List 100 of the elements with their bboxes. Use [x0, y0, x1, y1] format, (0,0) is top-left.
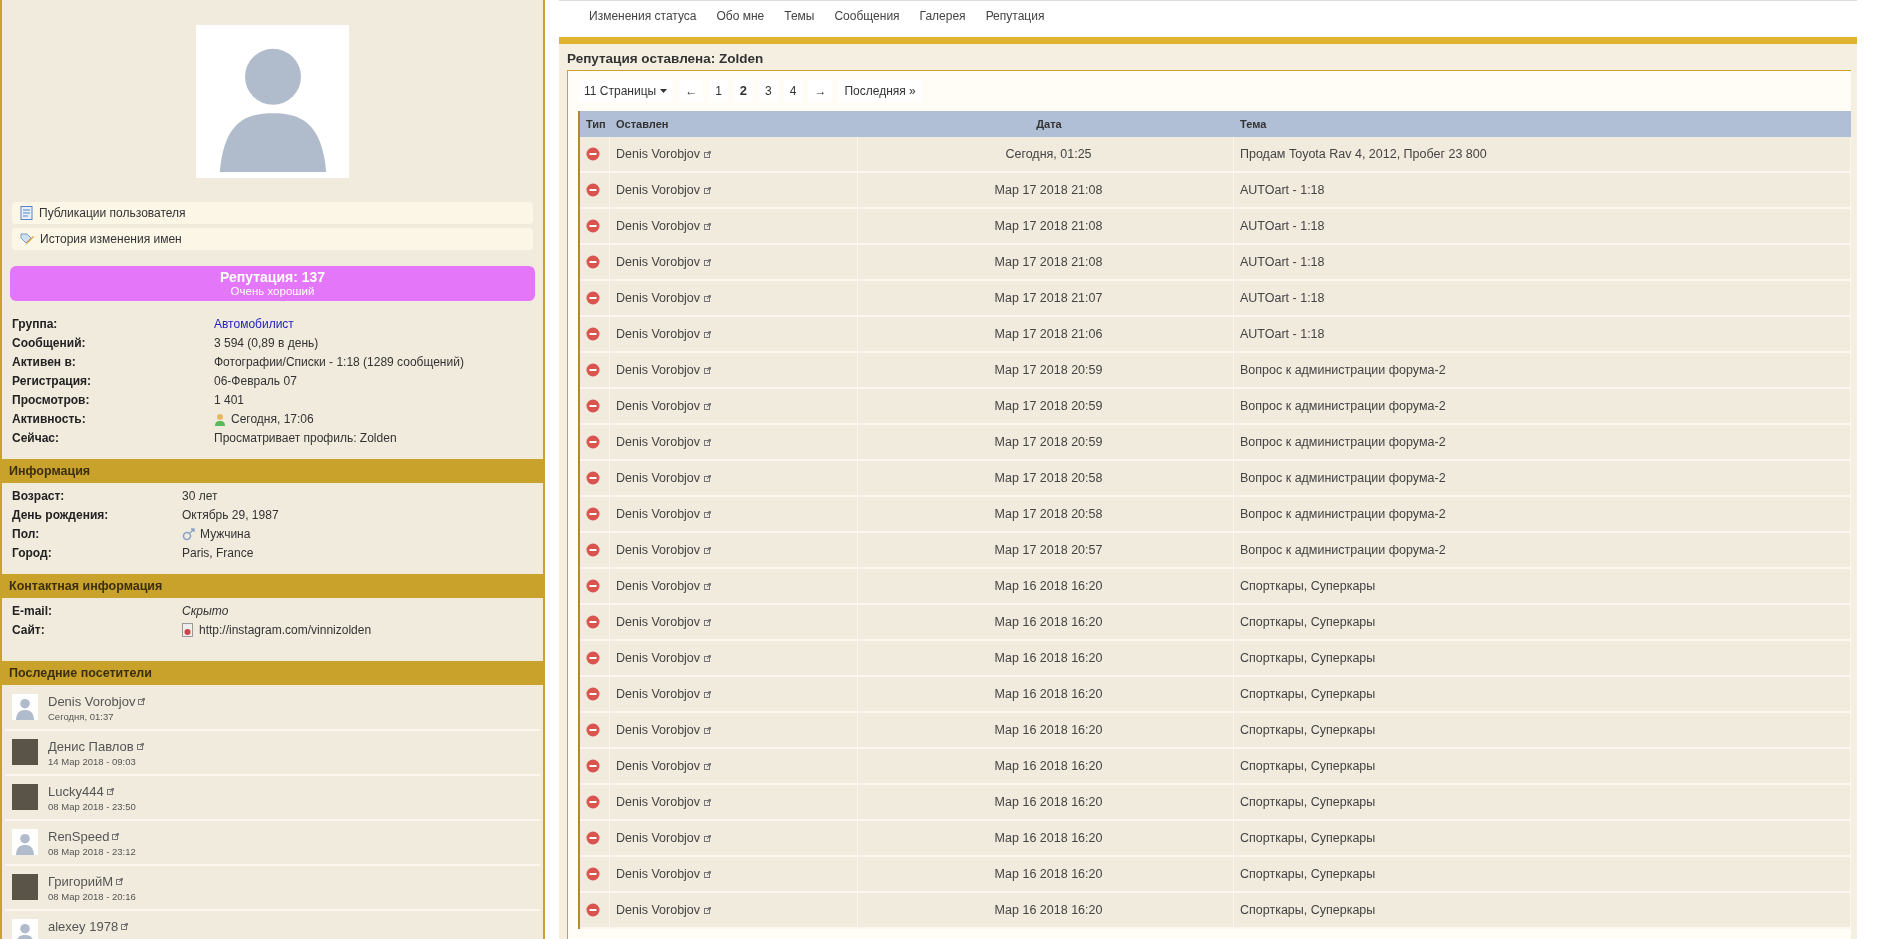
author-link[interactable]: Denis Vorobjov [616, 579, 701, 593]
website-link[interactable]: http://instagram.com/vinnizolden [199, 623, 372, 637]
profile-tab[interactable]: Галерея [919, 9, 966, 23]
field-value: 3 594 (0,89 в день) [214, 336, 319, 350]
author-link[interactable]: Denis Vorobjov [616, 291, 701, 305]
visitor-name[interactable]: ГригорийМ [48, 874, 136, 889]
profile-tab[interactable]: Сообщения [834, 9, 900, 23]
visitor-name[interactable]: Denis Vorobjov [48, 694, 146, 709]
field-label: Активен в: [12, 355, 77, 369]
date-cell: Мар 16 2018 16:20 [858, 605, 1234, 641]
tag-pencil-icon [20, 232, 34, 246]
date-cell: Мар 16 2018 16:20 [858, 821, 1234, 857]
section-header: Информация [2, 459, 543, 483]
photo-placeholder [12, 739, 38, 765]
author-link[interactable]: Denis Vorobjov [616, 651, 701, 665]
profile-link[interactable]: Публикации пользователя [12, 202, 533, 224]
date-cell: Мар 17 2018 20:59 [858, 389, 1234, 425]
author-link[interactable]: Denis Vorobjov [616, 435, 701, 449]
topic-cell: Спорткары, Суперкары [1234, 713, 1851, 749]
author-link[interactable]: Denis Vorobjov [616, 327, 701, 341]
external-link-icon [704, 906, 712, 914]
field-label: Сообщений: [12, 336, 87, 350]
visitor-name[interactable]: alexey 1978 [48, 919, 129, 934]
field-label: День рождения: [12, 508, 110, 522]
author-link[interactable]: Denis Vorobjov [616, 903, 701, 917]
date-cell: Мар 17 2018 21:08 [858, 209, 1234, 245]
field-value: Скрыто [182, 604, 229, 618]
date-cell: Мар 17 2018 20:58 [858, 497, 1234, 533]
topic-cell: Вопрос к администрации форума-2 [1234, 461, 1851, 497]
author-link[interactable]: Denis Vorobjov [616, 183, 701, 197]
visitor-name[interactable]: RenSpeed [48, 829, 136, 844]
author-link[interactable]: Denis Vorobjov [616, 795, 701, 809]
field-label: Активность: [12, 412, 87, 426]
author-link[interactable]: Denis Vorobjov [616, 255, 701, 269]
page-link[interactable]: 4 [783, 79, 803, 102]
field-value: 30 лет [182, 489, 218, 503]
profile-tab[interactable]: Изменения статуса [589, 9, 697, 23]
profile-tab[interactable]: Репутация [985, 9, 1045, 23]
author-link[interactable]: Denis Vorobjov [616, 543, 701, 557]
author-link[interactable]: Denis Vorobjov [616, 831, 701, 845]
date-cell: Мар 17 2018 21:07 [858, 281, 1234, 317]
page-link[interactable]: 1 [709, 79, 728, 102]
field-value: Просматривает профиль: Zolden [214, 431, 397, 445]
topic-cell: Вопрос к администрации форума-2 [1234, 533, 1851, 569]
field-value: Сегодня, 17:06 [231, 412, 314, 426]
prev-page-link[interactable]: ← [679, 79, 704, 102]
date-cell: Мар 16 2018 16:20 [858, 713, 1234, 749]
field-label: Город: [12, 546, 53, 560]
date-cell: Мар 16 2018 16:20 [858, 857, 1234, 893]
visitor-name[interactable]: Lucky444 [48, 784, 136, 799]
last-page-link[interactable]: Последняя » [838, 79, 922, 102]
external-link-icon [116, 878, 124, 885]
topic-cell: AUTOart - 1:18 [1234, 173, 1851, 209]
field-value: Фотографии/Списки - 1:18 (1289 сообщений) [214, 355, 464, 369]
profile-tab[interactable]: Обо мне [716, 9, 765, 23]
author-link[interactable]: Denis Vorobjov [616, 471, 701, 485]
next-page-link[interactable]: → [808, 79, 833, 102]
visit-time: 08 Мар 2018 - 20:16 [48, 891, 136, 902]
author-link[interactable]: Denis Vorobjov [616, 867, 701, 881]
external-link-icon [704, 654, 712, 662]
date-cell: Мар 17 2018 20:57 [858, 533, 1234, 569]
field-label: Возраст: [12, 489, 66, 503]
pages-dropdown[interactable]: 11 Страницы [578, 79, 674, 102]
field-label: Группа: [12, 317, 59, 331]
external-link-icon [121, 923, 129, 930]
external-link-icon [704, 546, 712, 554]
profile-tab[interactable]: Темы [784, 9, 815, 23]
page-link[interactable]: 3 [759, 79, 778, 102]
external-link-icon [704, 690, 712, 698]
field-label: Пол: [12, 527, 41, 541]
photo-placeholder [12, 784, 38, 810]
external-link-icon [704, 726, 712, 734]
author-link[interactable]: Denis Vorobjov [616, 723, 701, 737]
author-link[interactable]: Denis Vorobjov [616, 363, 701, 377]
author-link[interactable]: Denis Vorobjov [616, 219, 701, 233]
visitor-name[interactable]: Денис Павлов [48, 739, 144, 754]
author-link[interactable]: Denis Vorobjov [616, 507, 701, 521]
date-cell: Мар 17 2018 20:58 [858, 461, 1234, 497]
author-link[interactable]: Denis Vorobjov [616, 615, 701, 629]
date-cell: Мар 17 2018 21:08 [858, 173, 1234, 209]
external-link-icon [112, 833, 120, 840]
profile-link[interactable]: История изменения имен [12, 228, 533, 250]
author-link[interactable]: Denis Vorobjov [616, 759, 701, 773]
external-link-icon [704, 582, 712, 590]
topic-cell: Вопрос к администрации форума-2 [1234, 353, 1851, 389]
external-link-icon [136, 743, 144, 750]
topic-cell: Спорткары, Суперкары [1234, 893, 1851, 929]
topic-cell: Спорткары, Суперкары [1234, 821, 1851, 857]
web-page-icon [182, 623, 194, 637]
group-link[interactable]: Автомобилист [214, 317, 294, 331]
column-header: Тип [580, 111, 610, 137]
author-link[interactable]: Denis Vorobjov [616, 147, 701, 161]
visit-time: 14 Мар 2018 - 09:03 [48, 756, 137, 767]
topic-cell: Спорткары, Суперкары [1234, 569, 1851, 605]
section-header: Контактная информация [2, 574, 543, 598]
date-cell: Мар 17 2018 20:59 [858, 425, 1234, 461]
page-link[interactable]: 2 [733, 79, 754, 102]
author-link[interactable]: Denis Vorobjov [616, 399, 701, 413]
author-link[interactable]: Denis Vorobjov [616, 687, 701, 701]
field-label: Сейчас: [12, 431, 61, 445]
